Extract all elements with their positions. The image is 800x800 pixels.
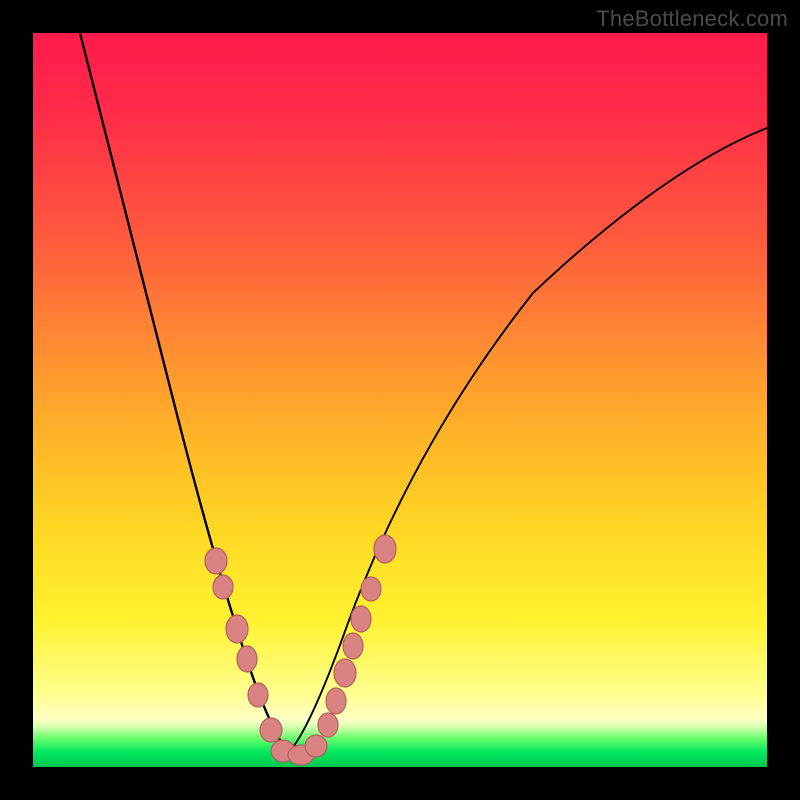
bead-point <box>343 633 363 659</box>
bead-point <box>374 535 396 563</box>
curve-svg <box>33 33 767 767</box>
bead-point <box>213 575 233 599</box>
bead-point <box>248 683 268 707</box>
curve-right-branch <box>288 128 767 753</box>
watermark-text: TheBottleneck.com <box>596 6 788 32</box>
bead-point <box>351 606 371 632</box>
bead-point <box>205 548 227 574</box>
bead-point <box>318 713 338 737</box>
bead-point <box>361 577 381 601</box>
bead-point <box>260 718 282 742</box>
bead-point <box>326 688 346 714</box>
bead-point <box>334 659 356 687</box>
chart-root: TheBottleneck.com <box>0 0 800 800</box>
bead-point <box>305 735 327 757</box>
curve-left-branch <box>80 33 288 753</box>
bead-point <box>226 615 248 643</box>
bead-cluster <box>205 535 396 765</box>
bead-point <box>237 646 257 672</box>
plot-area <box>33 33 767 767</box>
